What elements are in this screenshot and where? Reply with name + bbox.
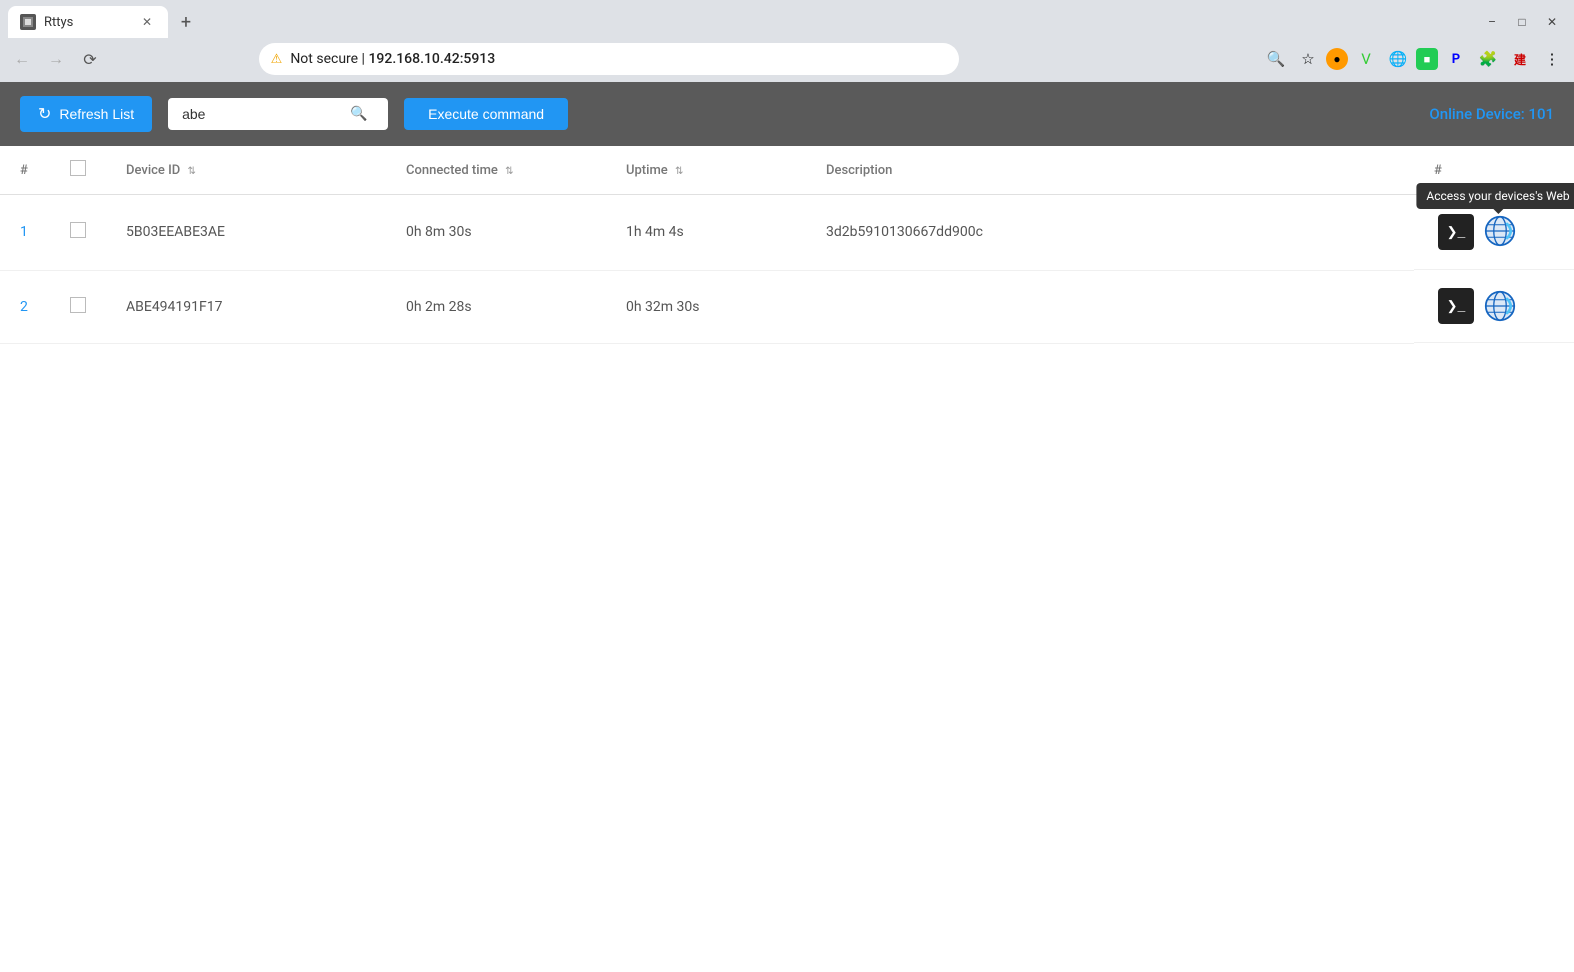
app-container: ↻ Refresh List 🔍 Execute command Online … [0, 82, 1574, 972]
col-header-check [50, 146, 106, 195]
refresh-label: Refresh List [59, 106, 134, 122]
search-input[interactable] [182, 106, 342, 122]
terminal-icon: ❯_ [1447, 299, 1466, 314]
address-bar-row: ← → ⟳ ⚠ Not secure | 192.168.10.42:5913 … [0, 38, 1574, 82]
row1-device-id: 5B03EEABE3AE [106, 195, 386, 271]
web-browser-icon [1484, 215, 1516, 247]
title-bar: Rttys ✕ + – □ ✕ [0, 0, 1574, 38]
web-browser-icon [1484, 290, 1516, 322]
execute-label: Execute command [428, 106, 544, 122]
uptime-sort-icon: ⇅ [675, 166, 683, 177]
ext7-icon[interactable]: 建 [1506, 45, 1534, 73]
tab-favicon [20, 14, 36, 30]
table-body: 1 5B03EEABE3AE 0h 8m 30s 1h 4m 4s 3d2b59… [0, 195, 1574, 344]
search-box: 🔍 [168, 98, 388, 130]
window-controls: – □ ✕ [1478, 8, 1566, 36]
table-header: # Device ID ⇅ Connected time ⇅ Uptime ⇅ [0, 146, 1574, 195]
ext6-icon[interactable]: 🧩 [1474, 45, 1502, 73]
back-button: ← [8, 45, 36, 73]
row1-check [50, 195, 106, 271]
ext5-icon[interactable]: P [1442, 45, 1470, 73]
address-text: Not secure | 192.168.10.42:5913 [290, 51, 946, 67]
search-icon: 🔍 [350, 106, 367, 122]
row1-num: 1 [0, 195, 50, 271]
row2-uptime: 0h 32m 30s [606, 270, 806, 343]
row2-terminal-button[interactable]: ❯_ [1438, 288, 1474, 324]
col-header-device-id[interactable]: Device ID ⇅ [106, 146, 386, 195]
browser-extensions: 🔍 ☆ ● V 🌐 ■ P 🧩 建 ⋮ [1262, 45, 1566, 73]
ext3-icon[interactable]: 🌐 [1384, 45, 1412, 73]
select-all-checkbox[interactable] [70, 160, 86, 176]
row2-num: 2 [0, 270, 50, 343]
row1-web-tooltip-container: Access your devices's Web [1478, 213, 1518, 251]
address-bar[interactable]: ⚠ Not secure | 192.168.10.42:5913 [259, 43, 959, 75]
row2-connected-time: 0h 2m 28s [386, 270, 606, 343]
refresh-list-button[interactable]: ↻ Refresh List [20, 96, 152, 132]
col-header-uptime[interactable]: Uptime ⇅ [606, 146, 806, 195]
row1-description: 3d2b5910130667dd900c [806, 195, 1414, 271]
reload-button[interactable]: ⟳ [76, 45, 104, 73]
connected-time-sort-icon: ⇅ [505, 166, 513, 177]
row1-checkbox[interactable] [70, 222, 86, 238]
tab-bar: Rttys ✕ + [8, 6, 1478, 38]
col-header-description: Description [806, 146, 1414, 195]
row2-device-id: ABE494191F17 [106, 270, 386, 343]
new-tab-button[interactable]: + [172, 8, 200, 36]
online-device-count: Online Device: 101 [1429, 105, 1554, 123]
col-header-hash: # [0, 146, 50, 195]
col-header-actions: # [1414, 146, 1574, 195]
row1-uptime: 1h 4m 4s [606, 195, 806, 271]
row1-terminal-button[interactable]: ❯_ [1438, 214, 1474, 250]
bookmark-icon[interactable]: ☆ [1294, 45, 1322, 73]
tab-close-button[interactable]: ✕ [138, 13, 156, 31]
row2-description [806, 270, 1414, 343]
toolbar: ↻ Refresh List 🔍 Execute command Online … [0, 82, 1574, 146]
row1-actions: ❯_ [1414, 195, 1574, 270]
row2-check [50, 270, 106, 343]
browser-chrome: Rttys ✕ + – □ ✕ ← → ⟳ ⚠ Not secure | 192… [0, 0, 1574, 82]
tab-title: Rttys [44, 15, 130, 30]
menu-icon[interactable]: ⋮ [1538, 45, 1566, 73]
row2-web-button[interactable] [1482, 288, 1518, 324]
forward-button: → [42, 45, 70, 73]
row1-web-button[interactable] [1482, 213, 1518, 249]
security-warning-icon: ⚠ [271, 52, 283, 67]
ext2-icon[interactable]: V [1352, 45, 1380, 73]
ext1-icon[interactable]: ● [1326, 48, 1348, 70]
execute-command-button[interactable]: Execute command [404, 98, 568, 130]
row2-checkbox[interactable] [70, 297, 86, 313]
row2-actions: ❯_ [1414, 270, 1574, 343]
minimize-button[interactable]: – [1478, 8, 1506, 36]
table-row: 1 5B03EEABE3AE 0h 8m 30s 1h 4m 4s 3d2b59… [0, 195, 1574, 271]
search-ext-icon[interactable]: 🔍 [1262, 45, 1290, 73]
device-table: # Device ID ⇅ Connected time ⇅ Uptime ⇅ [0, 146, 1574, 344]
close-button[interactable]: ✕ [1538, 8, 1566, 36]
row1-connected-time: 0h 8m 30s [386, 195, 606, 271]
refresh-icon: ↻ [38, 104, 51, 124]
active-tab[interactable]: Rttys ✕ [8, 6, 168, 38]
device-id-sort-icon: ⇅ [188, 166, 196, 177]
maximize-button[interactable]: □ [1508, 8, 1536, 36]
table-row: 2 ABE494191F17 0h 2m 28s 0h 32m 30s ❯_ [0, 270, 1574, 343]
ext4-icon[interactable]: ■ [1416, 48, 1438, 70]
terminal-icon: ❯_ [1447, 225, 1466, 240]
col-header-connected-time[interactable]: Connected time ⇅ [386, 146, 606, 195]
